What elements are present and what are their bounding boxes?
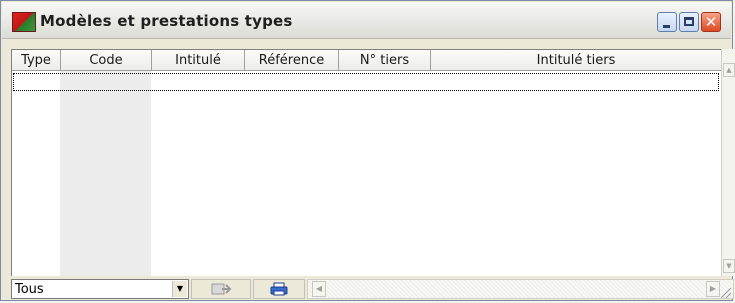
minimize-button[interactable] <box>657 12 677 32</box>
column-header-intitule-tiers[interactable]: Intitulé tiers <box>431 50 721 71</box>
main-window: Modèles et prestations types ✕ Type Code… <box>0 0 735 301</box>
maximize-icon <box>684 17 694 26</box>
export-button[interactable] <box>191 279 251 299</box>
column-header-type[interactable]: Type <box>12 50 61 71</box>
scroll-down-icon[interactable]: ▼ <box>723 259 735 273</box>
scroll-right-icon[interactable]: ▶ <box>706 281 720 297</box>
print-button[interactable] <box>253 279 305 299</box>
app-flag-icon <box>12 12 36 32</box>
vertical-scrollbar[interactable]: ▲ ▼ <box>721 49 735 276</box>
footer-bar: Tous ▼ ◀ ▶ <box>11 279 734 299</box>
close-button[interactable]: ✕ <box>701 12 721 32</box>
column-header-code[interactable]: Code <box>61 50 152 71</box>
filter-select[interactable]: Tous ▼ <box>11 279 189 299</box>
chevron-down-icon[interactable]: ▼ <box>172 281 187 297</box>
close-icon: ✕ <box>704 13 718 31</box>
scroll-up-icon[interactable]: ▲ <box>723 63 735 77</box>
column-header-n-tiers[interactable]: N° tiers <box>339 50 431 71</box>
filter-value: Tous <box>15 282 44 297</box>
horizontal-scrollbar[interactable]: ◀ ▶ <box>307 279 734 299</box>
title-bar[interactable]: Modèles et prestations types ✕ <box>2 2 731 39</box>
code-column-shade <box>60 71 151 276</box>
print-icon <box>270 282 288 296</box>
column-header-reference[interactable]: Référence <box>245 50 339 71</box>
export-icon <box>211 283 232 295</box>
maximize-button[interactable] <box>679 12 699 32</box>
data-grid[interactable]: Type Code Intitulé Référence N° tiers In… <box>11 49 721 276</box>
column-header-intitule[interactable]: Intitulé <box>152 50 245 71</box>
resize-grip-icon[interactable] <box>721 288 731 298</box>
minimize-icon <box>663 25 670 28</box>
scroll-left-icon[interactable]: ◀ <box>312 281 326 297</box>
focused-row[interactable] <box>13 73 719 91</box>
window-title: Modèles et prestations types <box>40 12 293 30</box>
